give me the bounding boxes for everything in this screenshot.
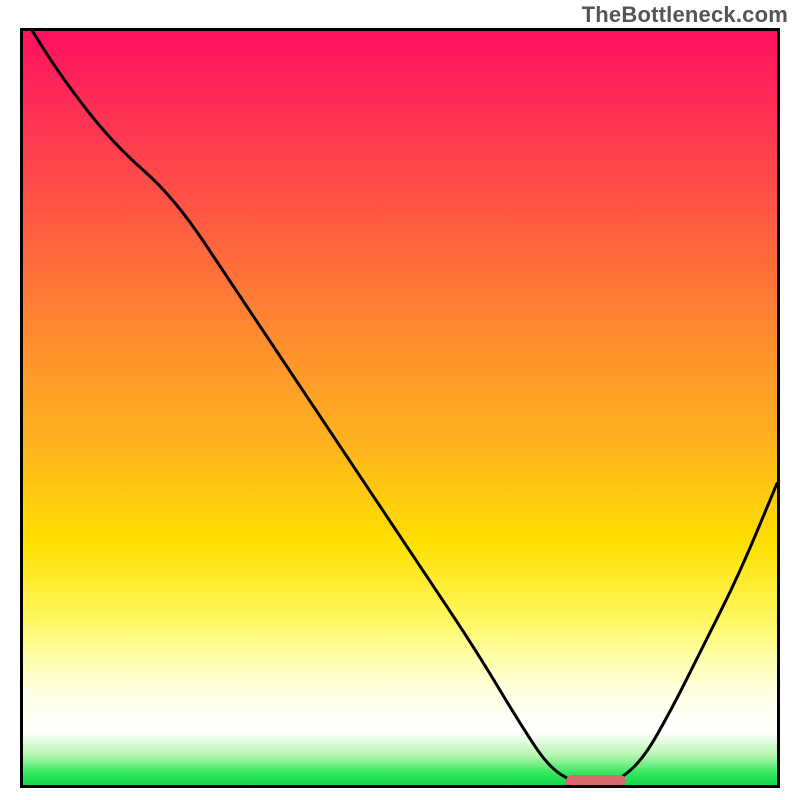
optimum-marker — [566, 775, 626, 788]
watermark-text: TheBottleneck.com — [582, 2, 788, 28]
curve-path — [23, 31, 777, 785]
bottleneck-curve — [23, 31, 777, 785]
chart-frame — [20, 28, 780, 788]
